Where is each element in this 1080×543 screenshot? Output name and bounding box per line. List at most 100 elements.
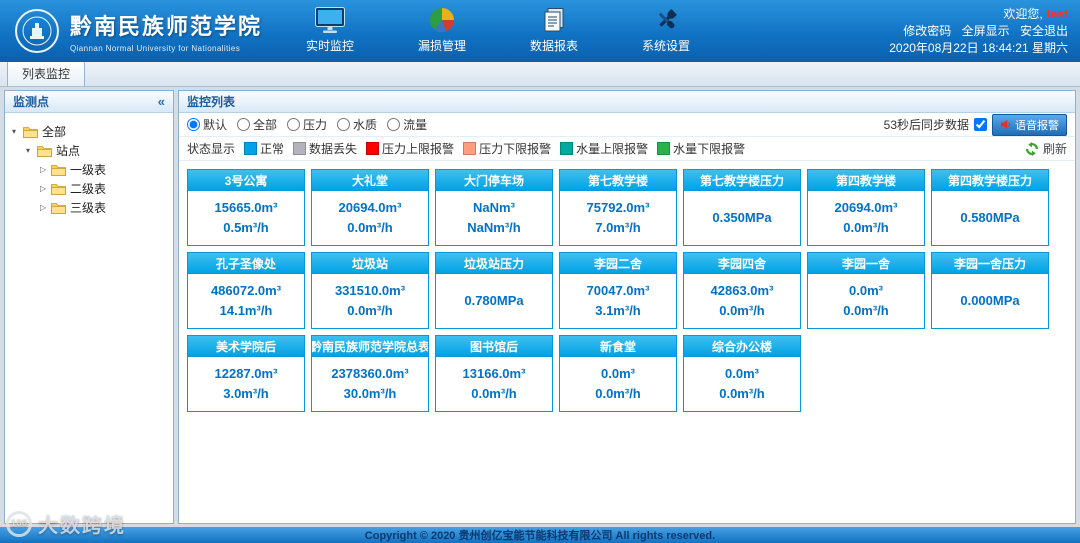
- folder-icon: [51, 202, 66, 214]
- tree-node-meter-level[interactable]: ▷ 三级表: [9, 198, 169, 217]
- card-total-value: 20694.0m³: [338, 200, 402, 215]
- monitor-card[interactable]: 李园一舍压力 0.000MPa: [931, 252, 1049, 329]
- logout-link[interactable]: 安全退出: [1020, 24, 1068, 38]
- university-seal-icon: [15, 9, 59, 53]
- card-flow-value: 0.5m³/h: [223, 220, 269, 235]
- university-name-cn: 黔南民族师范学院: [70, 14, 263, 39]
- card-total-value: 42863.0m³: [710, 283, 774, 298]
- monitor-card[interactable]: 大门停车场 NaNm³ NaNm³/h: [435, 169, 553, 246]
- monitor-card[interactable]: 李园四舍 42863.0m³ 0.0m³/h: [683, 252, 801, 329]
- sidebar-header: 监测点 «: [5, 91, 173, 113]
- card-flow-value: 0.0m³/h: [843, 220, 889, 235]
- card-flow-value: 0.0m³/h: [595, 386, 641, 401]
- monitor-card[interactable]: 大礼堂 20694.0m³ 0.0m³/h: [311, 169, 429, 246]
- card-title: 图书馆后: [436, 336, 552, 357]
- main-nav: 实时监控 漏损管理 数据报表 系统设置: [292, 5, 704, 54]
- filter-radio[interactable]: [237, 118, 251, 131]
- filter-label: 水质: [353, 118, 378, 132]
- card-total-value: 20694.0m³: [834, 200, 898, 215]
- filter-option[interactable]: 压力: [287, 116, 327, 133]
- monitor-card[interactable]: 李园二舍 70047.0m³ 3.1m³/h: [559, 252, 677, 329]
- filter-radio[interactable]: [187, 118, 200, 131]
- monitor-card[interactable]: 美术学院后 12287.0m³ 3.0m³/h: [187, 335, 305, 412]
- folder-icon: [51, 183, 66, 195]
- nav-data-reports[interactable]: 数据报表: [516, 5, 592, 54]
- nav-system-settings[interactable]: 系统设置: [628, 5, 704, 54]
- monitor-card[interactable]: 图书馆后 13166.0m³ 0.0m³/h: [435, 335, 553, 412]
- tree-node-label: 一级表: [70, 163, 107, 177]
- card-flow-value: 0.0m³/h: [471, 386, 517, 401]
- monitor-card[interactable]: 孔子圣像处 486072.0m³ 14.1m³/h: [187, 252, 305, 329]
- monitor-card[interactable]: 垃圾站压力 0.780MPa: [435, 252, 553, 329]
- folder-icon: [23, 126, 38, 138]
- data-report-icon: [541, 5, 567, 35]
- monitoring-points-panel: 监测点 « ▾ 全部 ▾ 站点 ▷ 一级表 ▷ 二级表 ▷ 三级表: [4, 90, 174, 524]
- main-panel-header: 监控列表: [179, 91, 1075, 113]
- monitor-card[interactable]: 综合办公楼 0.0m³ 0.0m³/h: [683, 335, 801, 412]
- collapsed-icon[interactable]: ▷: [40, 165, 51, 174]
- card-title: 第四教学楼压力: [932, 170, 1048, 191]
- card-total-value: NaNm³: [473, 200, 515, 215]
- filter-option[interactable]: 默认: [187, 116, 227, 133]
- card-body: 20694.0m³ 0.0m³/h: [808, 191, 924, 245]
- tree-node-meter-level[interactable]: ▷ 一级表: [9, 160, 169, 179]
- legend-item: 水量上限报警: [560, 140, 648, 157]
- fullscreen-link[interactable]: 全屏显示: [962, 24, 1010, 38]
- legend-label: 压力下限报警: [479, 142, 552, 156]
- card-body: 0.000MPa: [932, 274, 1048, 328]
- monitoring-tree: ▾ 全部 ▾ 站点 ▷ 一级表 ▷ 二级表 ▷ 三级表: [5, 113, 173, 226]
- card-title: 李园一舍压力: [932, 253, 1048, 274]
- refresh-icon: [1025, 141, 1038, 156]
- card-total-value: 331510.0m³: [334, 283, 406, 298]
- tree-node-meter-level[interactable]: ▷ 二级表: [9, 179, 169, 198]
- monitor-card[interactable]: 新食堂 0.0m³ 0.0m³/h: [559, 335, 677, 412]
- nav-realtime-monitor[interactable]: 实时监控: [292, 5, 368, 54]
- card-total-value: 2378360.0m³: [331, 366, 409, 381]
- collapsed-icon[interactable]: ▷: [40, 184, 51, 193]
- monitor-card[interactable]: 第四教学楼 20694.0m³ 0.0m³/h: [807, 169, 925, 246]
- card-body: 42863.0m³ 0.0m³/h: [684, 274, 800, 328]
- expand-icon[interactable]: ▾: [12, 127, 23, 136]
- sync-checkbox[interactable]: [974, 118, 987, 131]
- folder-icon: [37, 145, 52, 157]
- content-area: 监测点 « ▾ 全部 ▾ 站点 ▷ 一级表 ▷ 二级表 ▷ 三级表 监控列表 默…: [0, 87, 1080, 527]
- monitor-card[interactable]: 黔南民族师范学院总表 2378360.0m³ 30.0m³/h: [311, 335, 429, 412]
- filter-option[interactable]: 水质: [337, 116, 377, 133]
- monitor-card[interactable]: 第七教学楼压力 0.350MPa: [683, 169, 801, 246]
- filter-radio[interactable]: [337, 118, 351, 131]
- filter-label: 默认: [203, 118, 228, 132]
- refresh-button[interactable]: 刷新: [1025, 140, 1067, 157]
- sync-countdown-label: 53秒后同步数据: [883, 118, 969, 132]
- change-password-link[interactable]: 修改密码: [903, 24, 951, 38]
- card-body: 0.580MPa: [932, 191, 1048, 245]
- card-title: 第七教学楼: [560, 170, 676, 191]
- card-flow-value: 0.0m³/h: [843, 303, 889, 318]
- expand-icon[interactable]: ▾: [26, 146, 37, 155]
- monitor-card[interactable]: 3号公寓 15665.0m³ 0.5m³/h: [187, 169, 305, 246]
- filter-option[interactable]: 全部: [237, 116, 277, 133]
- tree-node-sites[interactable]: ▾ 站点: [9, 141, 169, 160]
- monitor-card[interactable]: 第四教学楼压力 0.580MPa: [931, 169, 1049, 246]
- nav-leakage-management[interactable]: 漏损管理: [404, 5, 480, 54]
- tree-node-all[interactable]: ▾ 全部: [9, 122, 169, 141]
- legend-label: 数据丢失: [309, 142, 358, 156]
- voice-alarm-button[interactable]: 语音报警: [992, 113, 1067, 136]
- filter-option[interactable]: 流量: [387, 116, 427, 133]
- copyright-text: Copyright © 2020 贵州创亿宝能节能科技有限公司 All righ…: [364, 530, 716, 542]
- monitor-card[interactable]: 第七教学楼 75792.0m³ 7.0m³/h: [559, 169, 677, 246]
- card-flow-value: 30.0m³/h: [343, 386, 397, 401]
- card-flow-value: 3.1m³/h: [595, 303, 641, 318]
- tab-list-monitor[interactable]: 列表监控: [7, 60, 86, 86]
- monitor-card[interactable]: 李园一舍 0.0m³ 0.0m³/h: [807, 252, 925, 329]
- collapse-panel-icon[interactable]: «: [158, 94, 165, 109]
- filter-radio[interactable]: [387, 118, 401, 131]
- monitor-card[interactable]: 垃圾站 331510.0m³ 0.0m³/h: [311, 252, 429, 329]
- card-total-value: 12287.0m³: [214, 366, 278, 381]
- filter-radio[interactable]: [287, 118, 301, 131]
- user-block: 欢迎您, test 修改密码 全屏显示 安全退出 2020年08月22日 18:4…: [889, 6, 1068, 57]
- collapsed-icon[interactable]: ▷: [40, 203, 51, 212]
- card-title: 新食堂: [560, 336, 676, 357]
- card-title: 李园一舍: [808, 253, 924, 274]
- nav-label: 漏损管理: [417, 39, 466, 53]
- card-title: 第七教学楼压力: [684, 170, 800, 191]
